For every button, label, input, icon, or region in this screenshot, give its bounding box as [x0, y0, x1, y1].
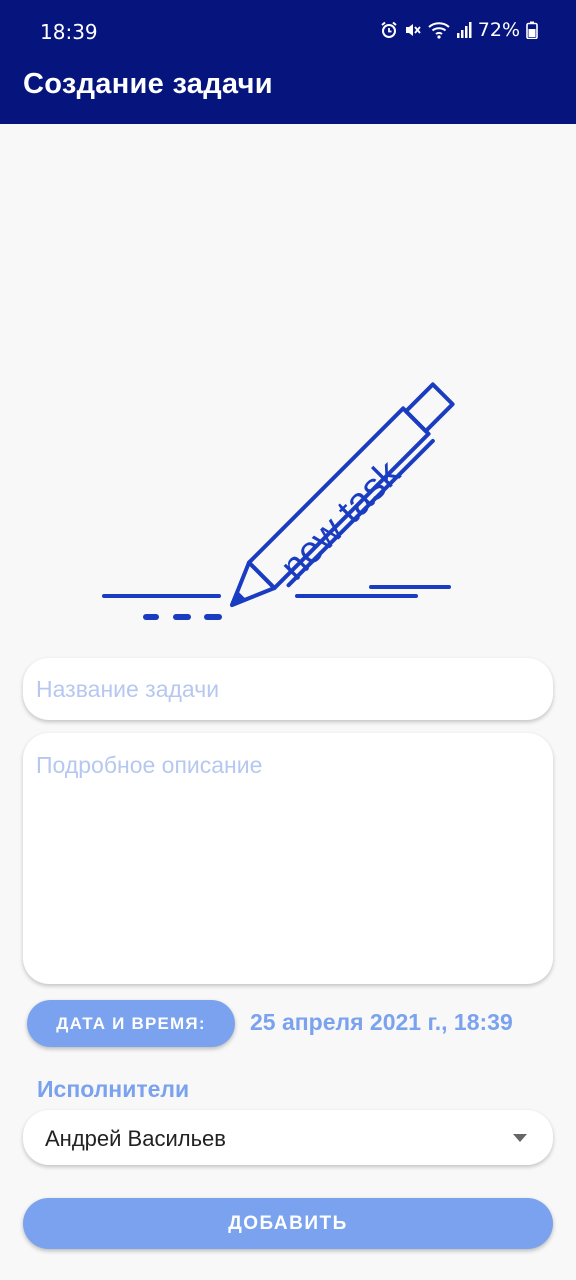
battery-icon — [526, 21, 538, 39]
alarm-icon — [381, 21, 397, 38]
task-title-input[interactable] — [23, 658, 553, 720]
signal-icon — [456, 22, 472, 38]
battery-percent: 72% — [477, 19, 520, 41]
date-time-value: 25 апреля 2021 г., 18:39 — [250, 1009, 513, 1035]
task-description-input[interactable] — [23, 733, 553, 984]
status-icons: 72% — [380, 19, 538, 41]
assignees-label: Исполнители — [37, 1076, 190, 1102]
page-title: Создание задачи — [23, 68, 273, 100]
task-title-field[interactable] — [23, 658, 553, 720]
add-button[interactable]: ДОБАВИТЬ — [23, 1198, 553, 1249]
mute-icon — [405, 24, 421, 36]
app-bar: 18:39 72% Создание задачи — [0, 0, 576, 124]
status-time: 18:39 — [40, 20, 98, 44]
task-description-field[interactable] — [23, 733, 553, 984]
assignee-selected-value: Андрей Васильев — [45, 1126, 226, 1151]
dropdown-arrow-icon — [513, 1134, 527, 1142]
new-task-pencil-illustration: new task — [102, 382, 455, 620]
assignee-select[interactable]: Андрей Васильев — [23, 1110, 553, 1165]
date-time-button[interactable]: ДАТА И ВРЕМЯ: — [27, 1000, 235, 1047]
wifi-icon — [428, 22, 450, 39]
